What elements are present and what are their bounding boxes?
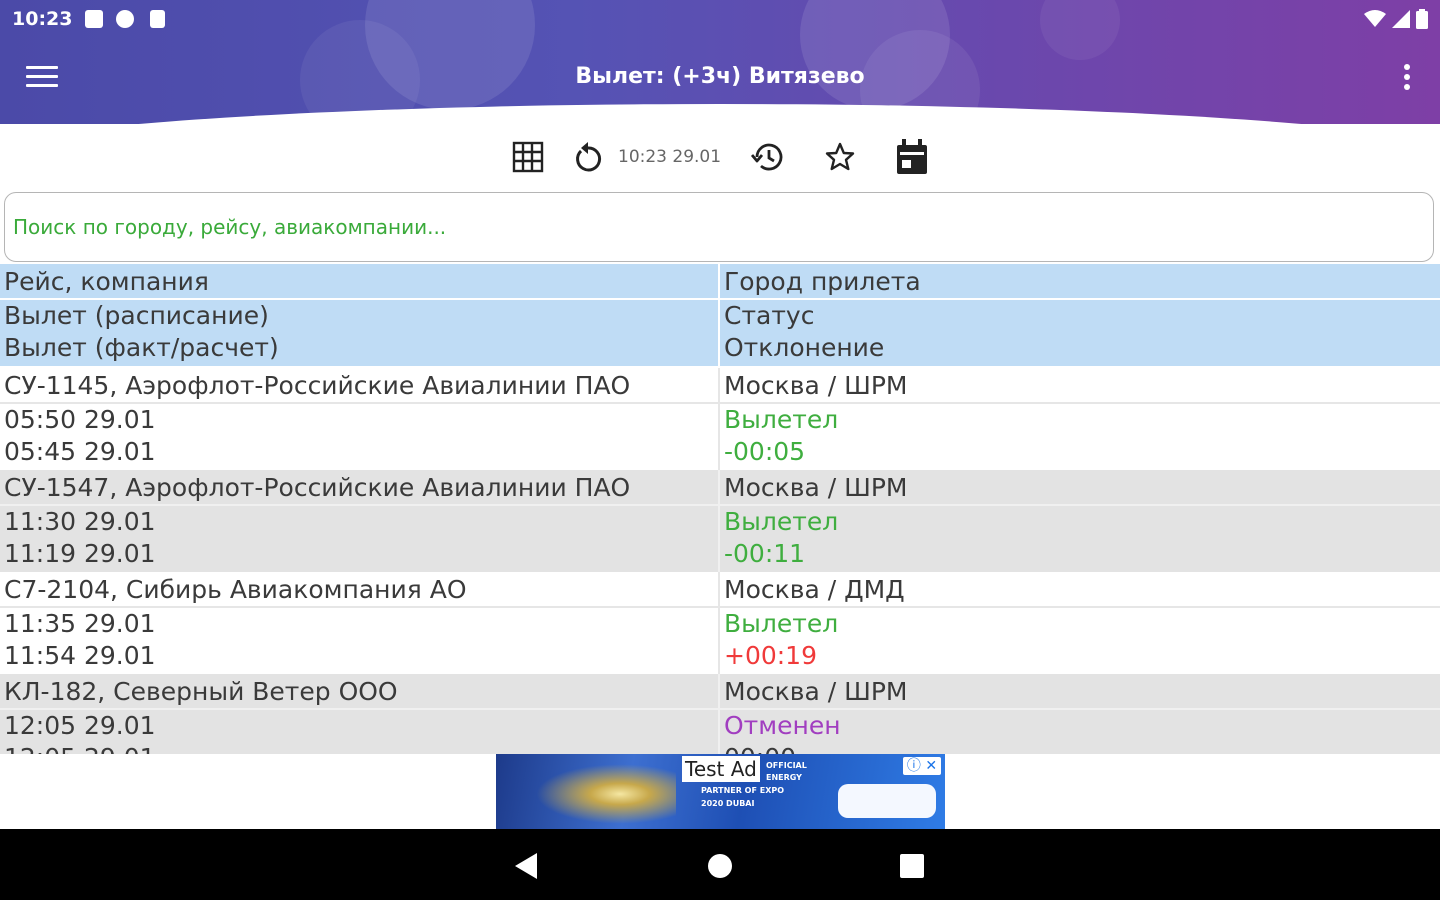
table-row[interactable]: КЛ-182, Северный Ветер ООО Москва / ШРМ (0, 674, 1440, 710)
table-header-row: Рейс, компания Город прилета (0, 264, 1440, 300)
star-icon[interactable] (820, 136, 860, 178)
system-nav-bar (0, 829, 1440, 900)
wifi-icon (1364, 10, 1386, 27)
status-badge: Вылетел (724, 609, 839, 638)
column-header-scheduled: Вылет (расписание) (4, 301, 269, 330)
scheduled-time: 11:30 29.01 (4, 507, 156, 536)
ad-banner[interactable]: Test Ad OFFICIAL ENERGY PARTNER OF EXPO … (496, 754, 945, 829)
actual-time: 05:45 29.01 (4, 437, 156, 466)
status-time: 10:23 (12, 8, 73, 30)
ad-close-icon[interactable]: ⓘ ✕ (903, 757, 941, 775)
flight-cell: СУ-1547, Аэрофлот-Российские Авиалинии П… (4, 473, 631, 502)
destination-cell: Москва / ШРМ (724, 473, 908, 502)
ad-tagline-line: ENERGY (766, 773, 802, 782)
actual-time: 11:19 29.01 (4, 539, 156, 568)
ad-label: Test Ad (682, 756, 760, 782)
ad-tagline-line: PARTNER OF EXPO (701, 786, 785, 795)
status-badge: Вылетел (724, 507, 839, 536)
status-badge: Отменен (724, 711, 841, 740)
home-circle-icon[interactable] (705, 851, 735, 881)
column-header-actual: Вылет (факт/расчет) (4, 333, 279, 362)
sd-card-icon (150, 10, 165, 28)
more-vert-icon[interactable] (1402, 64, 1412, 94)
deviation-value: +00:19 (724, 641, 817, 670)
grid-icon[interactable] (508, 136, 548, 178)
table-row[interactable]: 05:50 29.01 05:45 29.01 Вылетел -00:05 (0, 404, 1440, 470)
p-icon (116, 10, 134, 28)
departures-table: Рейс, компания Город прилета Вылет (расп… (0, 264, 1440, 754)
table-row[interactable]: С7-2104, Сибирь Авиакомпания АО Москва /… (0, 572, 1440, 608)
table-header-row: Вылет (расписание) Вылет (факт/расчет) С… (0, 300, 1440, 366)
flight-cell: СУ-1145, Аэрофлот-Российские Авиалинии П… (4, 371, 631, 400)
updated-time: 10:23 29.01 (618, 147, 722, 167)
table-row[interactable]: 11:30 29.01 11:19 29.01 Вылетел -00:11 (0, 506, 1440, 572)
actual-time: 11:54 29.01 (4, 641, 156, 670)
history-icon[interactable] (748, 136, 788, 178)
table-row[interactable]: 12:05 29.01 12:05 29.01 Отменен 00:00 (0, 710, 1440, 754)
notification-icon (85, 10, 103, 28)
column-header-flight: Рейс, компания (4, 267, 209, 296)
recents-square-icon[interactable] (898, 851, 928, 881)
deviation-value: -00:11 (724, 539, 806, 568)
status-badge: Вылетел (724, 405, 839, 434)
toolbar: 10:23 29.01 (0, 136, 1440, 180)
battery-icon (1416, 9, 1428, 29)
destination-cell: Москва / ШРМ (724, 677, 908, 706)
calendar-icon[interactable] (892, 136, 932, 178)
search-box (4, 192, 1434, 262)
scheduled-time: 12:05 29.01 (4, 711, 156, 740)
column-header-deviation: Отклонение (724, 333, 885, 362)
table-row[interactable]: 11:35 29.01 11:54 29.01 Вылетел +00:19 (0, 608, 1440, 674)
actual-time: 12:05 29.01 (4, 742, 156, 754)
table-row[interactable]: СУ-1547, Аэрофлот-Российские Авиалинии П… (0, 470, 1440, 506)
ad-tagline-line: OFFICIAL (766, 761, 807, 770)
search-input[interactable] (11, 211, 1415, 243)
refresh-icon[interactable] (568, 136, 608, 178)
column-header-status: Статус (724, 301, 815, 330)
destination-cell: Москва / ШРМ (724, 371, 908, 400)
deviation-value: 00:00 (724, 742, 841, 754)
page-title: Вылет: (+3ч) Витязево (575, 64, 865, 89)
app-header: 10:23 Вылет: (+3ч) Витязево (0, 0, 1440, 124)
deviation-value: -00:05 (724, 437, 806, 466)
status-bar: 10:23 (0, 0, 1440, 38)
ad-tagline-line: 2020 DUBAI (701, 799, 755, 808)
ad-cta[interactable] (838, 784, 936, 818)
destination-cell: Москва / ДМД (724, 575, 905, 604)
table-row[interactable]: СУ-1145, Аэрофлот-Российские Авиалинии П… (0, 368, 1440, 404)
flight-cell: С7-2104, Сибирь Авиакомпания АО (4, 575, 467, 604)
signal-icon (1392, 10, 1410, 28)
scheduled-time: 05:50 29.01 (4, 405, 156, 434)
back-triangle-icon[interactable] (513, 851, 543, 881)
column-header-destination: Город прилета (724, 267, 921, 296)
scheduled-time: 11:35 29.01 (4, 609, 156, 638)
flight-cell: КЛ-182, Северный Ветер ООО (4, 677, 398, 706)
